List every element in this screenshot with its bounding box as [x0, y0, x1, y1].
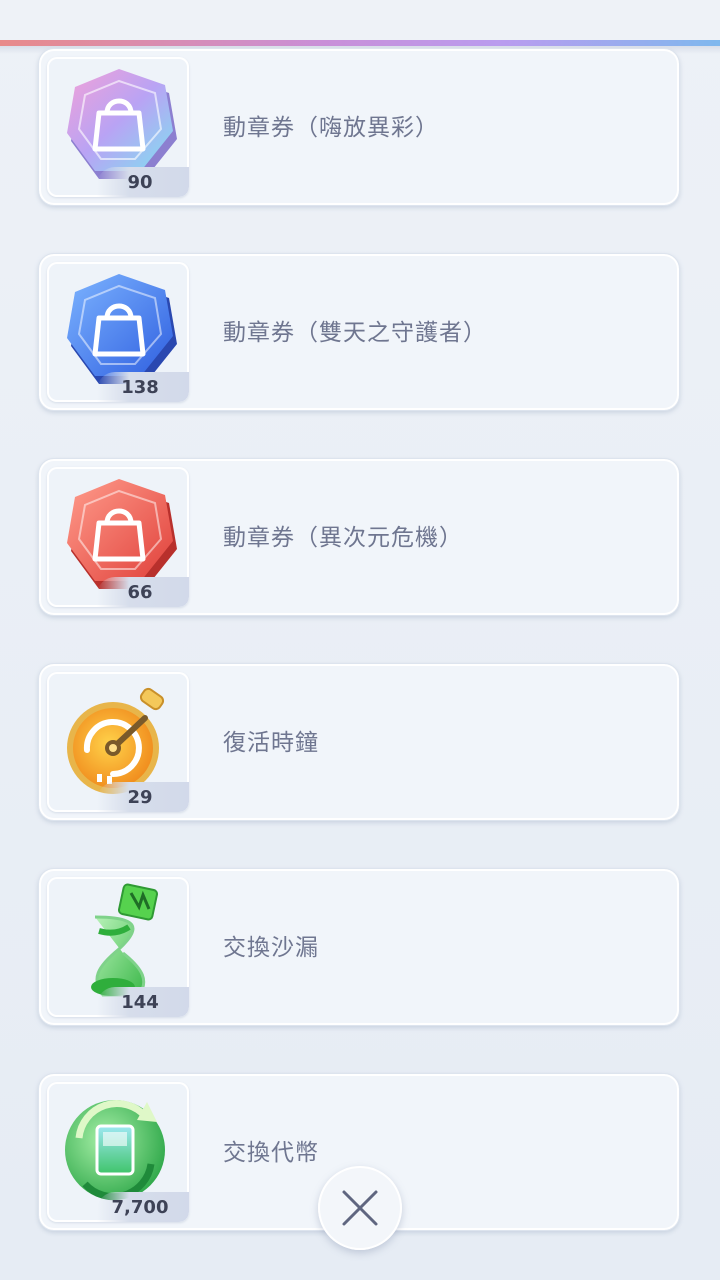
item-name: 動章券（雙天之守護者）: [223, 320, 487, 346]
item-count: 29: [127, 787, 153, 808]
item-name: 交換沙漏: [223, 935, 319, 961]
list-item[interactable]: 90 動章券（嗨放異彩）: [38, 48, 680, 206]
item-name: 復活時鐘: [223, 730, 319, 756]
item-count: 138: [121, 377, 159, 398]
item-icon-frame: 29: [47, 672, 189, 812]
item-list: 90 動章券（嗨放異彩） 138 動章券（雙天之守護者） 66 動章券（異次元危…: [0, 0, 720, 1280]
item-icon-frame: 7,700: [47, 1082, 189, 1222]
list-item[interactable]: 66 動章券（異次元危機）: [38, 458, 680, 616]
item-name: 動章券（嗨放異彩）: [223, 115, 439, 141]
close-button[interactable]: [318, 1166, 402, 1250]
list-item[interactable]: 144 交換沙漏: [38, 868, 680, 1026]
item-icon-frame: 144: [47, 877, 189, 1017]
list-item[interactable]: 29 復活時鐘: [38, 663, 680, 821]
item-count: 144: [121, 992, 159, 1013]
item-list-screen: 90 動章券（嗨放異彩） 138 動章券（雙天之守護者） 66 動章券（異次元危…: [0, 0, 720, 1280]
list-item[interactable]: 138 動章券（雙天之守護者）: [38, 253, 680, 411]
item-count: 66: [127, 582, 153, 603]
item-count: 90: [127, 172, 153, 193]
item-icon-frame: 66: [47, 467, 189, 607]
item-icon-frame: 90: [47, 57, 189, 197]
item-name: 交換代幣: [223, 1140, 319, 1166]
item-name: 動章券（異次元危機）: [223, 525, 463, 551]
close-icon: [342, 1190, 378, 1226]
item-count: 7,700: [111, 1197, 169, 1218]
item-icon-frame: 138: [47, 262, 189, 402]
